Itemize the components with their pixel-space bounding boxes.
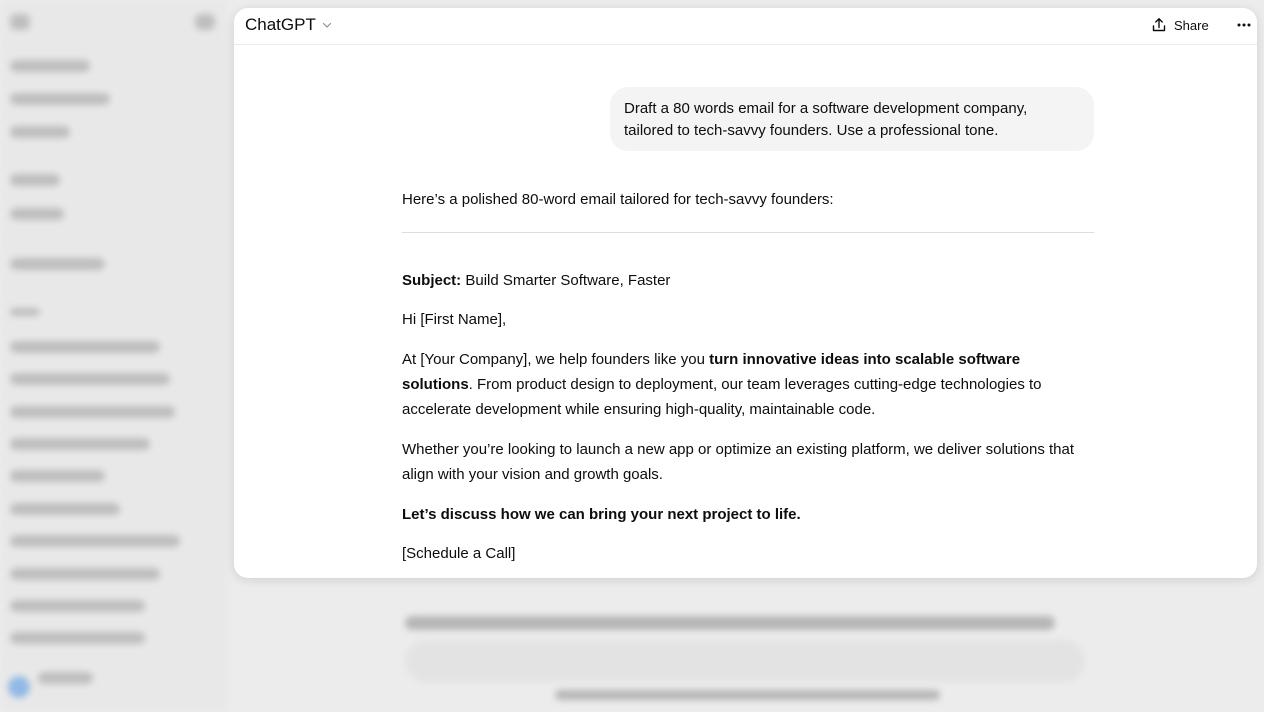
email-paragraph: At [Your Company], we help founders like…	[402, 347, 1094, 422]
modal-header: ChatGPT Share	[234, 8, 1257, 45]
more-horizontal-icon	[1237, 23, 1251, 27]
text-line-placeholder	[555, 690, 940, 700]
email-call-to-action-text: Let’s discuss how we can bring your next…	[402, 506, 801, 523]
sidebar-row-placeholder	[10, 503, 120, 515]
model-switcher-button[interactable]: ChatGPT	[245, 11, 332, 39]
sidebar-row-placeholder	[10, 174, 60, 186]
share-label: Share	[1174, 17, 1209, 33]
composer-placeholder	[405, 640, 1085, 682]
email-paragraph: Whether you’re looking to launch a new a…	[402, 441, 1075, 483]
avatar	[8, 676, 30, 698]
sidebar-row-placeholder	[10, 632, 145, 644]
share-icon	[1152, 18, 1166, 32]
sidebar-row-placeholder	[10, 406, 175, 418]
more-options-button[interactable]	[1232, 13, 1256, 37]
chevron-down-icon	[322, 22, 331, 28]
sidebar-row-placeholder	[10, 93, 110, 105]
sidebar-row-placeholder	[10, 126, 70, 138]
user-message: Draft a 80 words email for a software de…	[610, 87, 1094, 151]
sidebar-row-placeholder	[10, 373, 170, 385]
text-line-placeholder	[405, 616, 1055, 630]
sidebar-row-placeholder	[10, 600, 145, 612]
sidebar-row-placeholder	[10, 258, 105, 270]
sidebar-row-placeholder	[10, 308, 40, 316]
share-button[interactable]: Share	[1151, 11, 1209, 39]
sidebar-row-placeholder	[195, 14, 215, 30]
conversation-modal: ChatGPT Share Draft a 80 words email for…	[234, 8, 1257, 578]
email-greeting: Hi [First Name],	[402, 311, 507, 328]
assistant-intro: Here’s a polished 80-word email tailored…	[402, 191, 834, 208]
paragraph-text: . From product design to deployment, our…	[402, 376, 1042, 418]
sidebar-row-placeholder	[10, 14, 30, 30]
subject-label: Subject:	[402, 272, 462, 289]
sidebar-row-placeholder	[10, 60, 90, 72]
sidebar-row-placeholder	[10, 438, 150, 450]
sidebar-row-placeholder	[10, 535, 180, 547]
sidebar-row-placeholder	[10, 341, 160, 353]
sidebar-row-placeholder	[10, 208, 64, 220]
model-label: ChatGPT	[245, 15, 316, 34]
divider	[402, 232, 1094, 233]
subject-text: Build Smarter Software, Faster	[461, 272, 671, 289]
paragraph-text: At [Your Company], we help founders like…	[402, 351, 710, 368]
sidebar-row-placeholder	[10, 470, 105, 482]
sidebar-row-placeholder	[10, 568, 160, 580]
email-cta-placeholder: [Schedule a Call]	[402, 545, 516, 562]
email-subject: Subject: Build Smarter Software, Faster	[402, 268, 1094, 293]
conversation-thread: Draft a 80 words email for a software de…	[234, 44, 1257, 578]
sidebar-row-placeholder	[38, 672, 93, 684]
